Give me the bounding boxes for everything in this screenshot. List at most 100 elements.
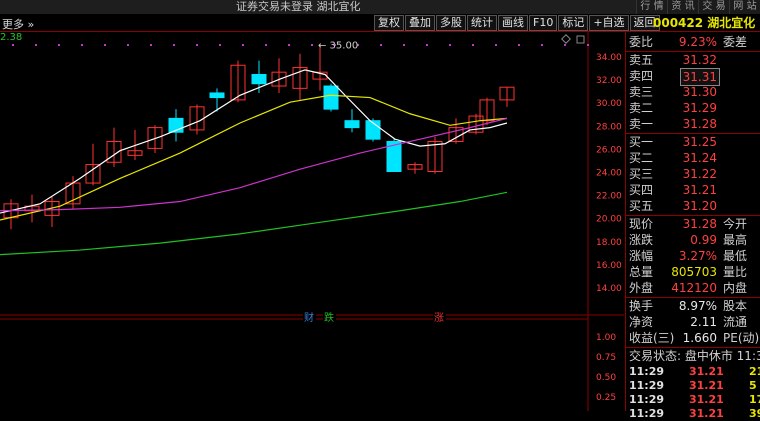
ask-row[interactable]: 卖五 31.32 [629,52,760,68]
ask-price: 31.29 [682,101,717,115]
more-menu[interactable]: 更多 » [2,16,34,32]
marker-dot [12,44,14,46]
overlay-button[interactable]: 叠加 [405,15,435,31]
ask-label: 卖一 [629,117,654,131]
bid-label: 买三 [629,167,654,181]
ask-row[interactable]: 卖三 31.30 [629,84,760,100]
candle-body [209,92,225,99]
marker-dot [265,44,267,46]
kline-chart[interactable]: 34.00 32.00 30.00 28.00 26.00 24.00 22.00 20.00… [0,32,624,411]
multi-stock-button[interactable]: 多股 [436,15,466,31]
stats-button[interactable]: 统计 [467,15,497,31]
window-title: 证券交易未登录 湖北宜化 [236,0,361,13]
tick-volume: 17 [749,393,760,406]
quote-panel: 委比 9.23% 委差 卖五 31.32 卖四 31.31 卖三 31.30 卖… [625,32,760,420]
stock-name: 湖北宜化 [707,16,756,30]
event-marker: 跌 [324,311,334,324]
ask-label: 卖五 [629,53,654,67]
price-axis-tick: 24.00 [596,169,622,179]
bid-row[interactable]: 买一 31.25 [629,134,760,150]
marker-dot [564,44,566,46]
quote-value: 805703 [671,265,717,279]
marker-dot [35,44,37,46]
fund-row: 收益(三) 1.660 PE(动) [629,330,760,346]
marker-dot [104,44,106,46]
fund-label2: 股本 [723,299,748,313]
fund-label: 净资 [629,315,654,329]
price-axis-tick: 14.00 [596,284,622,294]
volume-axis-tick: 0.50 [596,373,616,383]
weibi-value: 9.23% [678,35,717,49]
ask-label: 卖四 [629,69,654,83]
fund-value: 8.97% [678,299,717,313]
f10-button[interactable]: F10 [529,15,558,31]
tick-row: 11:29 31.21 5 [629,379,760,393]
square-icon [576,35,585,44]
bid-row[interactable]: 买五 31.20 [629,198,760,214]
price-axis-tick: 28.00 [596,122,622,132]
tab-news[interactable]: 资 讯 [667,0,698,14]
tick-time: 11:29 [629,379,665,392]
tab-website[interactable]: 网 站 [729,0,760,14]
marker-dot [403,44,405,46]
more-label: 更多 [2,18,24,31]
fund-row: 净资 2.11 流通 [629,314,760,330]
quote-row: 涨幅 3.27% 最低 [629,248,760,264]
marker-dot [449,44,451,46]
tick-row: 11:29 31.21 21 [629,365,760,379]
weicha-label: 委差 [723,35,748,49]
stock-code: 000422 [653,16,704,30]
bid-row[interactable]: 买三 31.22 [629,166,760,182]
quote-value: 412120 [671,281,717,295]
bid-price: 31.21 [682,183,717,197]
ask-row[interactable]: 卖四 31.31 [629,68,760,86]
bid-row[interactable]: 买二 31.24 [629,150,760,166]
diamond-icon [561,34,571,44]
marker-dot [58,44,60,46]
ask-row[interactable]: 卖一 31.28 [629,116,760,132]
quote-value: 3.27% [678,249,717,263]
weibi-row: 委比 9.23% 委差 [629,34,760,50]
volume-axis-tick: 0.25 [596,393,616,403]
marker-dot [541,44,543,46]
volume-axis-tick: 0.75 [596,353,616,363]
fund-label2: 流通 [723,315,748,329]
price-axis-tick: 22.00 [596,192,622,202]
candle-body [251,73,267,85]
price-axis-tick: 34.00 [596,53,622,63]
marker-dot [81,44,83,46]
quote-label2: 最低 [723,249,748,263]
tick-time: 11:29 [629,393,665,406]
volume-axis-tick: 1.00 [596,333,616,343]
bid-row[interactable]: 买四 31.21 [629,182,760,198]
fund-value: 2.11 [690,315,717,329]
marker-dot [518,44,520,46]
quote-label2: 内盘 [723,281,748,295]
chart-toolbar: 复权 叠加 多股 统计 画线 F10 标记 +自选 返回 000422 湖北宜化 [0,14,760,32]
tick-price: 31.21 [689,393,724,406]
tab-market[interactable]: 行 情 [636,0,667,14]
draw-line-button[interactable]: 画线 [498,15,528,31]
fund-label2: PE(动) [723,331,760,345]
marker-dot [173,44,175,46]
ma20-line [0,117,508,212]
marker-dot [472,44,474,46]
quote-label: 涨跌 [629,233,654,247]
quote-label2: 量比 [723,265,748,279]
bid-label: 买四 [629,183,654,197]
marker-dot [219,44,221,46]
price-axis-tick: 18.00 [596,238,622,248]
ask-row[interactable]: 卖二 31.29 [629,100,760,116]
marker-dot [495,44,497,46]
fund-row: 换手 8.97% 股本 [629,298,760,314]
price-axis-tick: 16.00 [596,261,622,271]
mark-button[interactable]: 标记 [558,15,589,31]
title-bar: 证券交易未登录 湖北宜化 行 情 资 讯 交 易 网 站 [0,0,760,14]
tab-trade[interactable]: 交 易 [698,0,729,14]
marker-dot [150,44,152,46]
bid-price: 31.20 [682,199,717,213]
add-watchlist-button[interactable]: +自选 [589,15,629,31]
kline-svg[interactable]: 34.00 32.00 30.00 28.00 26.00 24.00 22.00 20.00… [0,32,624,411]
bid-label: 买一 [629,135,654,149]
fuquan-button[interactable]: 复权 [374,15,404,31]
